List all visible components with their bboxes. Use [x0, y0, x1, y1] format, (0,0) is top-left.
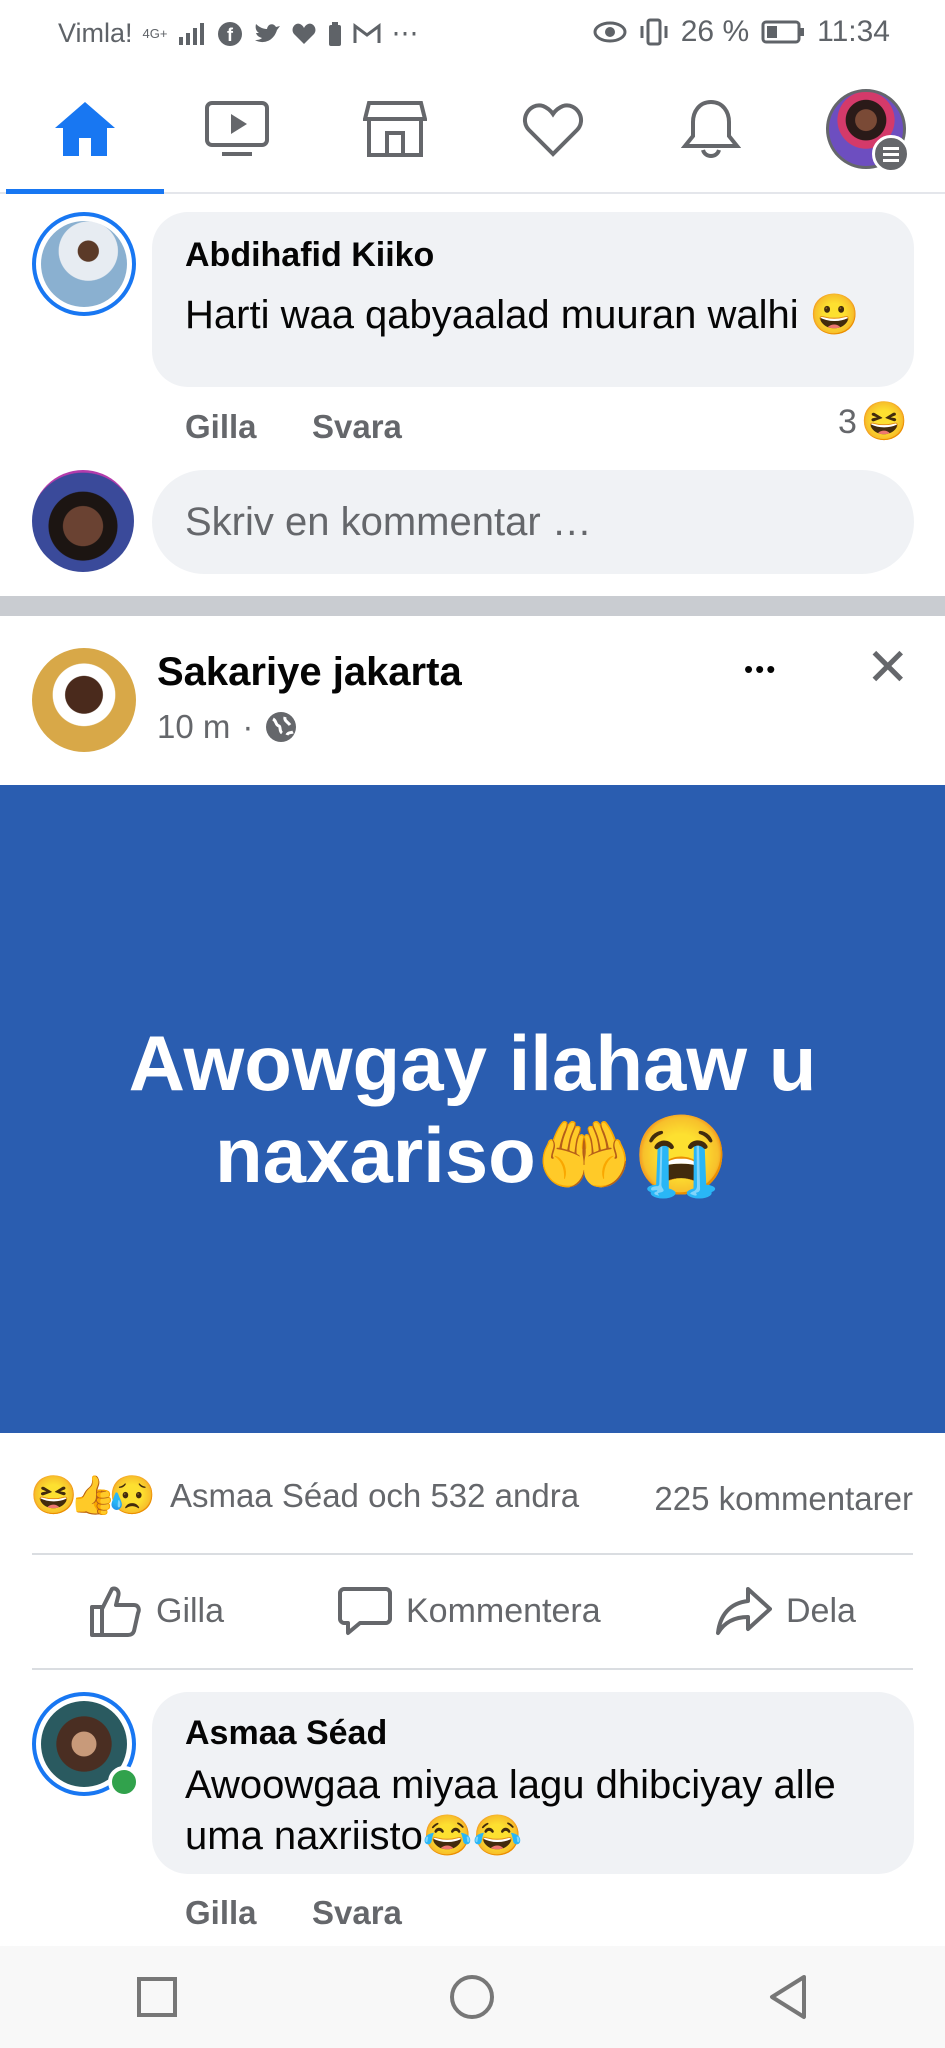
comment-reply-button[interactable]: Svara [312, 408, 402, 446]
comment-like-button[interactable]: Gilla [185, 1894, 257, 1932]
commenter-avatar[interactable] [32, 1692, 140, 1798]
post-background-text[interactable]: Awowgay ilahaw u naxariso🤲😭 [0, 785, 945, 1433]
comment-text: Awoowgaa miyaa lagu dhibciyay alle uma n… [185, 1763, 836, 1858]
online-status-dot [108, 1766, 140, 1798]
post-more-options-button[interactable]: ••• [744, 654, 777, 685]
tab-notifications[interactable] [632, 66, 790, 192]
post-like-label: Gilla [156, 1591, 225, 1630]
gmail-notif-icon [353, 22, 381, 43]
comments-count[interactable]: 225 kommentarer [654, 1480, 913, 1518]
back-triangle-icon[interactable] [766, 1973, 810, 2021]
recents-square-icon[interactable] [135, 1975, 179, 2019]
reaction-count: 3 [838, 402, 857, 441]
home-icon [55, 102, 115, 156]
post-comment-label: Kommentera [406, 1591, 601, 1630]
status-bar: Vimla! 4G+ f ⋯ 26 % 11:34 [0, 0, 945, 66]
comment-bubble: Abdihafid Kiiko Harti waa qabyaalad muur… [152, 212, 914, 387]
svg-text:f: f [227, 25, 234, 45]
post-meta: 10 m · [157, 708, 297, 746]
heart-notif-icon [293, 23, 316, 44]
haha-reaction-icon: 😆 [860, 401, 909, 443]
eye-icon [593, 21, 627, 43]
post-hide-button[interactable]: ✕ [866, 638, 910, 698]
post-time[interactable]: 10 m [157, 708, 230, 746]
comment-reply-button[interactable]: Svara [312, 1894, 402, 1932]
comment-bubble: Asmaa Séad Awoowgaa miyaa lagu dhibciyay… [152, 1692, 914, 1874]
divider [32, 1553, 913, 1555]
system-navigation-bar [0, 1946, 945, 2048]
feed-separator [0, 596, 945, 616]
reaction-icons: 😆👍😥 [30, 1475, 156, 1517]
carrier-label: Vimla! [58, 18, 133, 48]
clock: 11:34 [817, 15, 890, 48]
home-circle-icon[interactable] [448, 1973, 496, 2021]
marketplace-icon [363, 101, 427, 157]
post-author-avatar[interactable] [32, 648, 136, 752]
comment-author[interactable]: Asmaa Séad [185, 1714, 387, 1753]
post-author-name[interactable]: Sakariye jakarta [157, 650, 462, 695]
watch-icon [205, 101, 269, 156]
comment-author[interactable]: Abdihafid Kiiko [185, 236, 434, 275]
comment-input[interactable]: Skriv en kommentar … [152, 470, 914, 574]
commenter-avatar[interactable] [32, 212, 136, 316]
post-share-button[interactable]: Dela [716, 1585, 856, 1637]
twitter-notif-icon [255, 23, 281, 42]
battery-icon [761, 20, 805, 44]
network-label: 4G+ [142, 26, 168, 41]
comment-text: Harti waa qabyaalad muuran walhi 😀 [185, 293, 860, 337]
share-arrow-icon [716, 1587, 772, 1635]
post-like-button[interactable]: Gilla [88, 1585, 224, 1637]
battery-notif-icon [329, 21, 342, 46]
dating-heart-icon [523, 103, 583, 157]
tab-watch[interactable] [158, 66, 316, 192]
vibrate-icon [640, 18, 668, 46]
post-share-label: Dela [786, 1591, 856, 1630]
more-notifications-icon: ⋯ [391, 18, 419, 48]
comment-input-placeholder: Skriv en kommentar … [185, 500, 592, 544]
notifications-bell-icon [681, 99, 741, 158]
tab-profile-menu[interactable] [787, 66, 945, 192]
meta-separator: · [242, 708, 254, 745]
tab-home[interactable] [6, 66, 164, 194]
tab-dating[interactable] [474, 66, 632, 192]
my-avatar [32, 470, 134, 572]
comment-reactions[interactable]: 3 😆 [838, 400, 908, 444]
thumbs-up-icon [90, 1586, 141, 1637]
reactions-text: Asmaa Séad och 532 andra [169, 1477, 580, 1514]
top-navigation [0, 66, 945, 194]
divider [32, 1668, 913, 1670]
post-comment-button[interactable]: Kommentera [338, 1585, 601, 1637]
signal-icon [179, 22, 205, 45]
comment-bubble-icon [338, 1587, 392, 1635]
battery-percent: 26 % [680, 15, 750, 48]
facebook-notif-icon: f [218, 21, 243, 46]
reactions-summary[interactable]: 😆👍😥 Asmaa Séad och 532 andra [30, 1474, 579, 1518]
menu-hamburger-icon [872, 135, 910, 173]
tab-marketplace[interactable] [316, 66, 474, 192]
post-text: Awowgay ilahaw u naxariso🤲😭 [128, 1019, 817, 1199]
comment-like-button[interactable]: Gilla [185, 408, 257, 446]
public-globe-icon [266, 712, 297, 742]
